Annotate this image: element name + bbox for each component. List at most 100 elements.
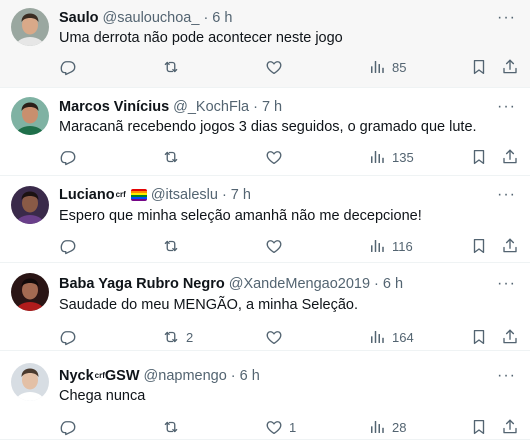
reply-icon bbox=[59, 58, 77, 76]
views-button[interactable]: 85 bbox=[368, 57, 406, 77]
retweet-button[interactable] bbox=[162, 236, 180, 256]
user-handle[interactable]: @XandeMengao2019 bbox=[229, 275, 370, 293]
more-icon[interactable]: ··· bbox=[497, 10, 516, 26]
views-button[interactable]: 116 bbox=[368, 236, 413, 256]
bookmark-button[interactable] bbox=[470, 147, 488, 167]
tweet-header: Baba Yaga Rubro Negro @XandeMengao2019 · 6 … bbox=[59, 275, 403, 293]
reply-tweet[interactable]: Nyck crf GSW @napmengo · 6 h ··· Chega nunca 1 28 bbox=[0, 351, 530, 440]
heart-icon bbox=[265, 328, 283, 346]
retweet-icon bbox=[162, 58, 180, 76]
timestamp[interactable]: 7 h bbox=[262, 98, 282, 116]
reply-feed: Saulo @saulouchoa_ · 6 h ··· Uma derrota não … bbox=[0, 0, 530, 440]
share-icon bbox=[501, 237, 519, 255]
user-handle[interactable]: @itsaleslu bbox=[151, 186, 218, 204]
reply-button[interactable] bbox=[59, 417, 77, 437]
more-icon[interactable]: ··· bbox=[497, 276, 516, 292]
timestamp[interactable]: 7 h bbox=[231, 186, 251, 204]
retweet-button[interactable] bbox=[162, 147, 180, 167]
display-name[interactable]: Nyck bbox=[59, 367, 94, 385]
avatar[interactable] bbox=[11, 363, 49, 401]
tweet-actions: 1 28 bbox=[0, 417, 530, 437]
share-button[interactable] bbox=[501, 417, 519, 437]
retweet-icon bbox=[162, 328, 180, 346]
user-handle[interactable]: @napmengo bbox=[144, 367, 227, 385]
more-icon[interactable]: ··· bbox=[497, 187, 516, 203]
reply-tweet[interactable]: Marcos Vinícius @_KochFla · 7 h ··· Maracanã … bbox=[0, 88, 530, 176]
name-badge: crf bbox=[94, 371, 105, 380]
bookmark-icon bbox=[470, 237, 488, 255]
display-name[interactable]: Baba Yaga Rubro Negro bbox=[59, 275, 225, 293]
reply-icon bbox=[59, 237, 77, 255]
avatar[interactable] bbox=[11, 273, 49, 311]
views-button[interactable]: 164 bbox=[368, 327, 414, 347]
display-name-suffix[interactable]: GSW bbox=[105, 367, 140, 385]
display-name[interactable]: Marcos Vinícius bbox=[59, 98, 169, 116]
share-button[interactable] bbox=[501, 236, 519, 256]
share-icon bbox=[501, 148, 519, 166]
reply-button[interactable] bbox=[59, 147, 77, 167]
like-button[interactable] bbox=[265, 327, 283, 347]
share-icon bbox=[501, 418, 519, 436]
timestamp[interactable]: 6 h bbox=[383, 275, 403, 293]
avatar[interactable] bbox=[11, 8, 49, 46]
views-icon bbox=[368, 328, 386, 346]
views-button[interactable]: 28 bbox=[368, 417, 406, 437]
views-icon bbox=[368, 418, 386, 436]
retweet-button[interactable]: 2 bbox=[162, 327, 193, 347]
reply-icon bbox=[59, 148, 77, 166]
reply-button[interactable] bbox=[59, 236, 77, 256]
reply-button[interactable] bbox=[59, 57, 77, 77]
retweet-icon bbox=[162, 418, 180, 436]
timestamp[interactable]: 6 h bbox=[240, 367, 260, 385]
user-handle[interactable]: @saulouchoa_ bbox=[102, 9, 199, 27]
tweet-actions: 116 bbox=[0, 236, 530, 256]
retweet-button[interactable] bbox=[162, 417, 180, 437]
tweet-actions: 135 bbox=[0, 147, 530, 167]
like-button[interactable] bbox=[265, 57, 283, 77]
tweet-actions: 85 bbox=[0, 57, 530, 77]
reply-tweet[interactable]: Luciano crf @itsaleslu · 7 h ··· Espero que mi… bbox=[0, 176, 530, 263]
like-button[interactable] bbox=[265, 147, 283, 167]
tweet-header: Saulo @saulouchoa_ · 6 h bbox=[59, 9, 232, 27]
views-count: 85 bbox=[392, 59, 407, 75]
views-icon bbox=[368, 58, 386, 76]
retweet-button[interactable] bbox=[162, 57, 180, 77]
more-icon[interactable]: ··· bbox=[497, 368, 516, 384]
display-name[interactable]: Saulo bbox=[59, 9, 98, 27]
reply-tweet[interactable]: Baba Yaga Rubro Negro @XandeMengao2019 · 6 … bbox=[0, 263, 530, 351]
reply-icon bbox=[59, 328, 77, 346]
views-count: 28 bbox=[392, 419, 407, 435]
retweet-icon bbox=[162, 148, 180, 166]
name-badge: crf bbox=[115, 190, 126, 199]
bookmark-button[interactable] bbox=[470, 417, 488, 437]
reply-button[interactable] bbox=[59, 327, 77, 347]
like-button[interactable] bbox=[265, 236, 283, 256]
views-button[interactable]: 135 bbox=[368, 147, 414, 167]
retweet-icon bbox=[162, 237, 180, 255]
share-button[interactable] bbox=[501, 147, 519, 167]
share-button[interactable] bbox=[501, 57, 519, 77]
reply-icon bbox=[59, 418, 77, 436]
reply-tweet[interactable]: Saulo @saulouchoa_ · 6 h ··· Uma derrota não … bbox=[0, 0, 530, 88]
tweet-text: Uma derrota não pode acontecer neste jog… bbox=[59, 30, 343, 46]
bookmark-icon bbox=[470, 148, 488, 166]
bookmark-button[interactable] bbox=[470, 236, 488, 256]
retweets-count: 2 bbox=[186, 329, 194, 345]
separator-dot: · bbox=[203, 10, 209, 26]
bookmark-button[interactable] bbox=[470, 327, 488, 347]
more-icon[interactable]: ··· bbox=[497, 99, 516, 115]
heart-icon bbox=[265, 418, 283, 436]
heart-icon bbox=[265, 148, 283, 166]
bookmark-icon bbox=[470, 58, 488, 76]
views-icon bbox=[368, 237, 386, 255]
bookmark-button[interactable] bbox=[470, 57, 488, 77]
avatar[interactable] bbox=[11, 97, 49, 135]
display-name[interactable]: Luciano bbox=[59, 186, 115, 204]
user-handle[interactable]: @_KochFla bbox=[173, 98, 249, 116]
separator-dot: · bbox=[253, 99, 258, 115]
like-button[interactable]: 1 bbox=[265, 417, 296, 437]
avatar[interactable] bbox=[11, 186, 49, 224]
share-button[interactable] bbox=[501, 327, 519, 347]
timestamp[interactable]: 6 h bbox=[212, 9, 232, 27]
tweet-text: Saudade do meu MENGÃO, a minha Seleção. bbox=[59, 297, 359, 313]
